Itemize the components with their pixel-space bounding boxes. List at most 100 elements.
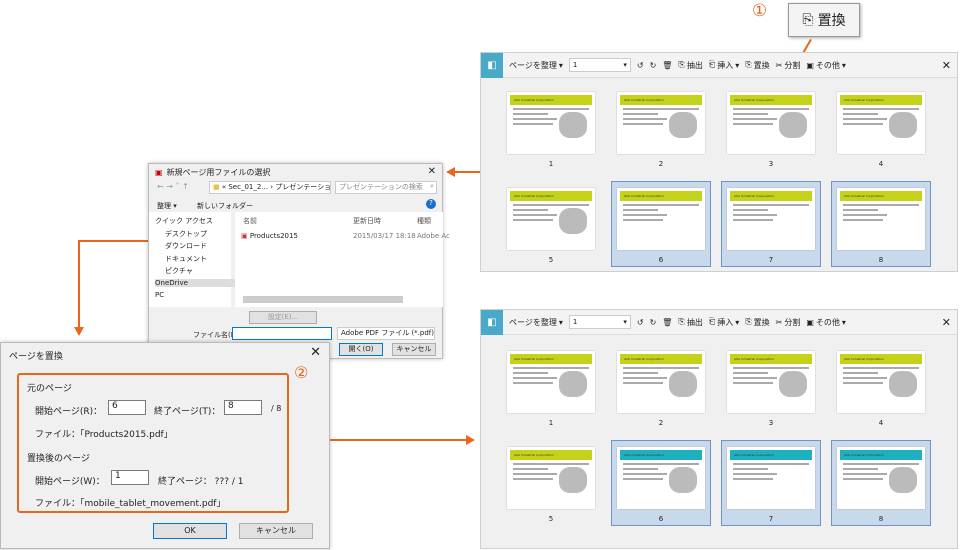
page-thumbnail[interactable]: ASA Industrial Corporation 6 (611, 181, 711, 267)
search-input[interactable]: プレゼンテーションの検索 ⌕ (335, 181, 437, 194)
page-thumbnail[interactable]: ASA Industrial Corporation 2 (611, 85, 711, 171)
page-header: ASA Industrial Corporation (510, 191, 592, 201)
end-page-input[interactable]: 8 (224, 400, 262, 415)
other-menu[interactable]: ▣ その他 ▾ (806, 60, 846, 71)
page-number: 1 (548, 160, 554, 168)
page-thumbnail[interactable]: ASA Industrial Corporation 1 (501, 85, 601, 171)
rotate-left-icon[interactable]: ↺ (637, 61, 644, 70)
start-page-input[interactable]: 6 (108, 400, 146, 415)
step2-marker: ② (294, 363, 309, 382)
address-bar[interactable]: ■ « Sec_01_2... › プレゼンテーション (209, 181, 331, 194)
cancel-button[interactable]: キャンセル (392, 343, 436, 356)
trash-icon[interactable]: 🗑 (662, 61, 672, 70)
insert-button[interactable]: ⎗ 挿入 ▾ (709, 60, 739, 71)
col-name[interactable]: 名前 (243, 216, 257, 226)
new-start-page-label: 開始ページ(W)： (35, 477, 105, 487)
page-thumbnail[interactable]: ASA Industrial Corporation 4 (831, 344, 931, 430)
page-organizer-after: ◧ ページを整理▾ 1 ↺ ↻ 🗑 ⎘抽出 ⎗挿入▾ ⎘置換 ✂分割 ▣その他▾ ✕… (480, 309, 958, 549)
panel-toggle-icon[interactable]: ◧ (481, 52, 503, 78)
new-start-page-input[interactable]: 1 (111, 470, 149, 485)
page-thumbnail[interactable]: ASA Industrial Corporation 5 (501, 181, 601, 267)
filename-input[interactable] (232, 327, 332, 340)
trash-icon[interactable]: 🗑 (662, 318, 672, 327)
nav-item[interactable]: デスクトップ (165, 229, 207, 239)
help-icon[interactable]: ? (426, 199, 436, 209)
extract-button[interactable]: ⎘ 抽出 (678, 60, 702, 71)
page-thumbnail[interactable]: ASA Industrial Corporation 7 (721, 181, 821, 267)
close-icon[interactable]: ✕ (428, 166, 436, 177)
nav-item[interactable]: クイック アクセス (155, 216, 213, 226)
extract-button[interactable]: ⎘ 抽出 (678, 317, 702, 328)
page-thumbnail[interactable]: ASA Industrial Corporation 1 (501, 344, 601, 430)
pdf-icon: ▣ (155, 168, 163, 177)
nav-arrows[interactable]: ← → ˅ ↑ (157, 182, 189, 191)
replace-button[interactable]: ⎘ 置換 (745, 60, 769, 71)
open-button[interactable]: 開く(O) (339, 343, 383, 356)
page-preview: ASA Industrial Corporation (727, 351, 815, 413)
page-thumbnail[interactable]: ASA Industrial Corporation 2 (611, 344, 711, 430)
replace-button[interactable]: ⎘ 置換 (745, 317, 769, 328)
cancel-button[interactable]: キャンセル (239, 523, 313, 539)
organize-button[interactable]: 整理 ▾ (157, 201, 177, 211)
rotate-left-icon[interactable]: ↺ (637, 318, 644, 327)
file-row[interactable]: ▣ Products2015 2015/03/17 18:18 Adobe Ac (241, 232, 450, 240)
organize-pages-menu[interactable]: ページを整理 ▾ (509, 60, 563, 71)
page-preview: ASA Industrial Corporation (507, 447, 595, 509)
arrow-line (455, 171, 480, 173)
page-image (669, 467, 697, 493)
close-icon[interactable]: ✕ (942, 316, 951, 329)
page-thumbnail[interactable]: ASA Industrial Corporation 3 (721, 85, 821, 171)
rotate-right-icon[interactable]: ↻ (650, 318, 657, 327)
page-thumbnail[interactable]: ASA Industrial Corporation 4 (831, 85, 931, 171)
split-button[interactable]: ✂ 分割 (776, 60, 801, 71)
dialog-title: ページを置換 (9, 352, 63, 362)
page-preview: ASA Industrial Corporation (727, 188, 815, 250)
nav-item[interactable]: ドキュメント (165, 254, 207, 264)
horizontal-scrollbar[interactable] (243, 296, 403, 303)
insert-button[interactable]: ⎗ 挿入 ▾ (709, 317, 739, 328)
page-thumbnail[interactable]: ASA Industrial Corporation 5 (501, 440, 601, 526)
original-group-label: 元のページ (27, 384, 72, 394)
nav-item[interactable]: PC (155, 291, 164, 299)
folder-icon: ■ (213, 183, 220, 191)
total-pages: / 8 (271, 404, 282, 413)
page-thumbnail[interactable]: ASA Industrial Corporation 3 (721, 344, 821, 430)
page-number: 6 (658, 256, 664, 264)
page-header: ASA Industrial Corporation (510, 450, 592, 460)
page-organizer-before: ◧ ページを整理▾ 1 ↺ ↻ 🗑 ⎘抽出 ⎗挿入▾ ⎘置換 ✂分割 ▣その他▾ ✕… (480, 52, 958, 272)
page-select[interactable]: 1 (568, 315, 631, 329)
page-select[interactable]: 1 (568, 58, 631, 72)
page-thumbnail[interactable]: ASA Industrial Corporation 8 (831, 181, 931, 267)
new-folder-button[interactable]: 新しいフォルダー (197, 201, 253, 211)
page-number: 1 (548, 419, 554, 427)
search-icon: ⌕ (430, 182, 434, 190)
close-icon[interactable]: ✕ (310, 345, 321, 360)
page-image (559, 208, 587, 234)
col-date[interactable]: 更新日時 (353, 216, 381, 226)
nav-item[interactable]: OneDrive (155, 278, 235, 287)
page-image (779, 371, 807, 397)
col-type[interactable]: 種類 (417, 216, 431, 226)
nav-item[interactable]: ダウンロード (165, 241, 207, 251)
page-number: 2 (658, 160, 664, 168)
nav-item[interactable]: ピクチャ (165, 266, 193, 276)
file-select-dialog: ▣ 新規ページ用ファイルの選択 ✕ ■ « Sec_01_2... › プレゼンテ… (148, 163, 450, 359)
filetype-select[interactable]: Adobe PDF ファイル (*.pdf) (337, 327, 435, 340)
ok-button[interactable]: OK (153, 523, 227, 539)
page-thumbnail[interactable]: ASA Industrial Corporation 7 (721, 440, 821, 526)
settings-button[interactable]: 設定(E)... (249, 311, 317, 324)
new-group-label: 置換後のページ (27, 454, 90, 464)
page-preview: ASA Industrial Corporation (837, 351, 925, 413)
page-thumbnail[interactable]: ASA Industrial Corporation 8 (831, 440, 931, 526)
close-icon[interactable]: ✕ (942, 59, 951, 72)
page-thumbnail[interactable]: ASA Industrial Corporation 6 (611, 440, 711, 526)
page-image (559, 371, 587, 397)
other-menu[interactable]: ▣ その他 ▾ (806, 317, 846, 328)
replace-callout-button[interactable]: ⎘ 置換 (788, 3, 860, 37)
arrow-head (74, 327, 84, 336)
rotate-right-icon[interactable]: ↻ (650, 61, 657, 70)
panel-toggle-icon[interactable]: ◧ (481, 309, 503, 335)
organize-pages-menu[interactable]: ページを整理 ▾ (509, 317, 563, 328)
split-button[interactable]: ✂ 分割 (776, 317, 801, 328)
page-preview: ASA Industrial Corporation (617, 447, 705, 509)
